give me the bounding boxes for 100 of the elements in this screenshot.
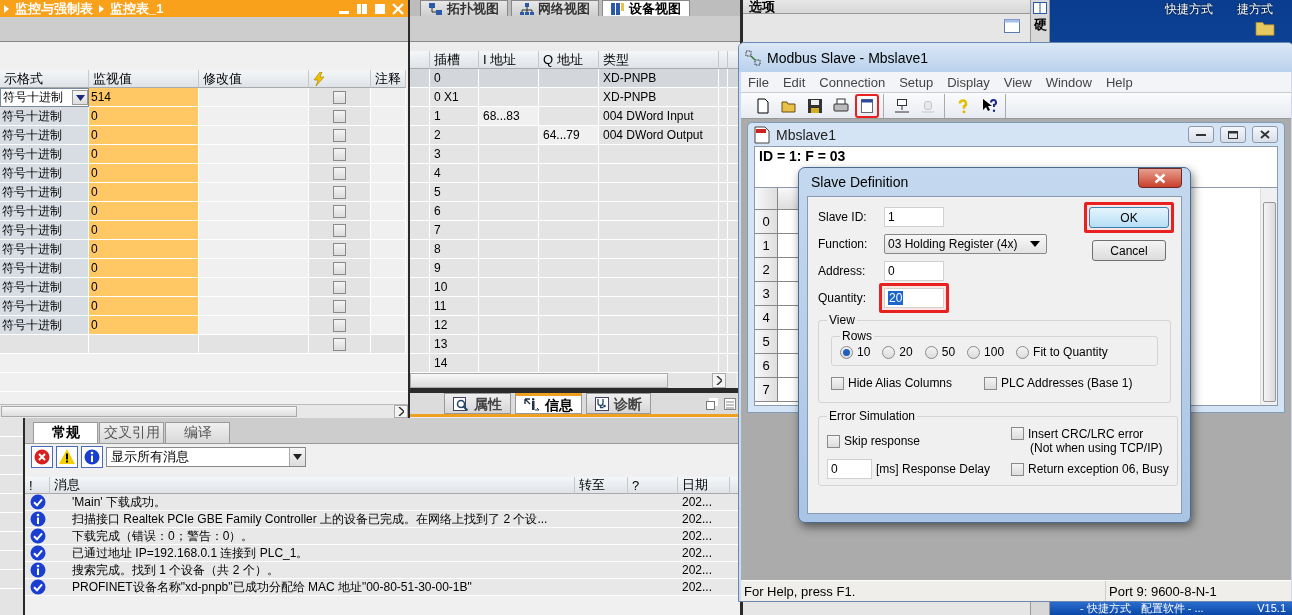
maximize-button[interactable] [1220, 126, 1246, 143]
window-icon[interactable] [1004, 19, 1020, 33]
caret-icon[interactable] [75, 94, 85, 101]
horizontal-scrollbar[interactable] [0, 404, 408, 418]
view-tab[interactable]: 网络视图 [511, 0, 599, 16]
checkbox[interactable] [333, 223, 346, 237]
checkbox[interactable] [333, 128, 346, 142]
group-title: Rows [841, 329, 873, 343]
message-row[interactable]: 下载完成（错误：0；警告：0）。 202... [25, 528, 740, 545]
checkbox[interactable] [333, 261, 346, 275]
message-row[interactable]: 'Main' 下载成功。 202... [25, 494, 740, 511]
inspector-tab[interactable]: 诊断 [586, 393, 651, 414]
checkbox[interactable] [333, 337, 346, 351]
menu-item[interactable]: File [741, 74, 776, 90]
input-field[interactable]: 0 [827, 459, 872, 479]
menu-item[interactable]: Display [940, 74, 997, 90]
radio-button[interactable] [1016, 345, 1030, 359]
checkbox[interactable] [333, 166, 346, 180]
info-tab[interactable]: 常规 [33, 422, 98, 443]
checkbox[interactable] [333, 299, 346, 313]
table-cell: 0 [89, 107, 199, 126]
menu-item[interactable]: Setup [892, 74, 941, 90]
message-row[interactable]: 已通过地址 IP=192.168.0.1 连接到 PLC_1。 202... [25, 545, 740, 562]
input-field[interactable]: 0 [884, 261, 944, 281]
menu-item[interactable]: View [996, 74, 1039, 90]
checkbox[interactable] [333, 90, 346, 104]
topology-icon[interactable] [429, 2, 443, 15]
checkbox[interactable] [333, 242, 346, 256]
row-number: 7 [755, 378, 778, 402]
taskbar-item[interactable]: - 快捷方式 [1080, 600, 1131, 615]
radio-button[interactable] [924, 345, 938, 359]
dialog-button[interactable]: Cancel [1092, 240, 1166, 261]
horizontal-scrollbar[interactable] [410, 373, 736, 388]
network-icon[interactable] [520, 2, 534, 15]
input-field[interactable]: 1 [884, 207, 944, 227]
scrollbar-thumb[interactable] [1262, 202, 1276, 402]
message-filter-dropdown[interactable]: 显示所有消息 [106, 446, 306, 467]
inspector-tab[interactable]: 属性 [444, 393, 511, 414]
close-button[interactable] [1138, 168, 1182, 188]
menu-item[interactable]: Window [1038, 74, 1099, 90]
function-dropdown[interactable]: 03 Holding Register (4x) [884, 234, 1047, 254]
checkbox[interactable] [333, 185, 346, 199]
caret-icon[interactable] [293, 453, 302, 460]
info-tab[interactable]: 编译 [165, 422, 230, 443]
checkbox[interactable] [831, 376, 844, 390]
checkbox[interactable] [984, 376, 998, 390]
group-title: Error Simulation [828, 409, 917, 423]
checkbox[interactable] [333, 204, 346, 218]
checkbox-label: PLC Addresses (Base 1) [1001, 376, 1133, 390]
vertical-scrollbar[interactable] [1260, 188, 1277, 405]
table-cell: 符号十进制 [0, 221, 89, 240]
book-icon[interactable] [1033, 2, 1047, 14]
minimize-button[interactable] [1188, 126, 1214, 143]
menu-item[interactable]: Edit [775, 74, 813, 90]
scroll-right-button[interactable] [394, 405, 408, 418]
scrollbar-thumb[interactable] [1, 406, 297, 417]
desktop-icon-label[interactable]: 快捷方式 [1165, 1, 1213, 18]
desktop-icon-label[interactable]: 捷方式 [1237, 1, 1273, 18]
view-tab[interactable]: 拓扑视图 [420, 0, 508, 16]
magnifier-icon[interactable] [453, 396, 469, 411]
float-window-icon[interactable] [706, 397, 718, 410]
scrollbar-thumb[interactable] [410, 373, 668, 388]
taskbar-item[interactable]: V15.1 [1257, 602, 1292, 614]
format-dropdown[interactable]: 符号十进制 [0, 88, 89, 107]
menu-item[interactable]: Connection [812, 74, 893, 90]
checkbox[interactable] [827, 434, 840, 448]
radio-label: 100 [984, 345, 1005, 359]
checkbox[interactable] [333, 147, 346, 161]
taskbar-item[interactable]: 配置软件 - ... [1140, 600, 1204, 615]
checkbox[interactable] [333, 280, 346, 294]
radio-button[interactable] [882, 345, 896, 359]
scroll-right-button[interactable] [712, 373, 726, 388]
menu-item[interactable]: Help [1098, 74, 1140, 90]
info-tab[interactable]: 交叉引用 [99, 422, 164, 443]
close-icon[interactable] [1260, 130, 1270, 139]
column-header: I 地址 [479, 51, 539, 69]
close-button[interactable] [1252, 126, 1278, 143]
radio-button[interactable] [967, 345, 981, 359]
device-icon[interactable] [611, 2, 625, 15]
message-row[interactable]: PROFINET设备名称"xd-pnpb"已成功分配给 MAC 地址"00-80-51-30-00-1B" 202... [25, 579, 740, 596]
radio-button[interactable] [840, 345, 853, 359]
list-icon[interactable] [724, 397, 736, 410]
stethoscope-icon[interactable] [595, 396, 609, 411]
checkbox[interactable] [1011, 462, 1024, 476]
checkbox[interactable] [333, 318, 346, 332]
dialog-button[interactable]: OK [1089, 207, 1169, 228]
info-icon [29, 562, 46, 578]
message-row[interactable]: 扫描接口 Realtek PCIe GBE Family Controller 上的设备已完成。在网络上找到了 2 个设... 202... [25, 511, 740, 528]
maximize-icon[interactable] [1228, 130, 1238, 139]
folder-icon[interactable] [1255, 21, 1275, 36]
input-field[interactable]: 20 [884, 288, 944, 308]
table-cell: 符号十进制 [0, 107, 89, 126]
info-arrow-icon[interactable] [524, 397, 540, 412]
inspector-tab[interactable]: 信息 [515, 393, 582, 414]
checkbox[interactable] [1011, 427, 1024, 440]
side-tab[interactable]: 硬 [1033, 18, 1047, 33]
checkbox[interactable] [333, 109, 346, 123]
caret-icon[interactable] [1030, 241, 1040, 247]
message-row[interactable]: 搜索完成。找到 1 个设备（共 2 个）。 202... [25, 562, 740, 579]
view-tab[interactable]: 设备视图 [602, 0, 690, 16]
